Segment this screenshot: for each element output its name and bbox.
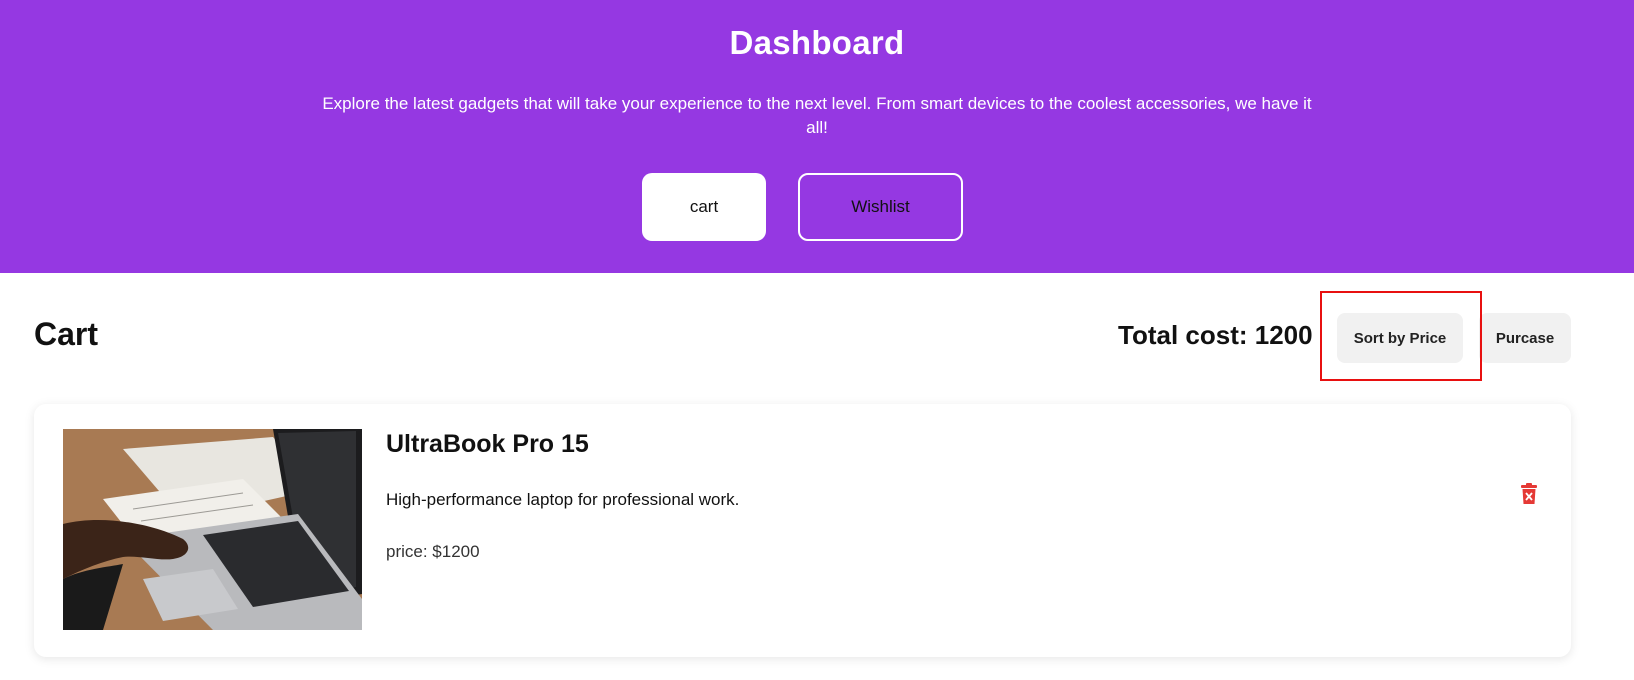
cart-heading: Cart [34, 316, 99, 352]
product-name: UltraBook Pro 15 [386, 430, 589, 458]
product-image [63, 429, 362, 630]
cart-item-card: UltraBook Pro 15 High-performance laptop… [34, 404, 1571, 657]
trash-icon[interactable] [1520, 483, 1538, 505]
page-title: Dashboard [729, 24, 905, 61]
hero-subtitle: Explore the latest gadgets that will tak… [322, 94, 1312, 137]
wishlist-tab-button[interactable]: Wishlist [798, 173, 963, 241]
product-price: price: $1200 [386, 542, 480, 561]
cart-tab-button[interactable]: cart [642, 173, 766, 241]
purchase-button[interactable]: Purcase [1479, 313, 1571, 363]
total-cost: Total cost: 1200 [1118, 320, 1313, 350]
product-description: High-performance laptop for professional… [386, 490, 740, 509]
sort-by-price-button[interactable]: Sort by Price [1337, 313, 1463, 363]
dashboard-banner: Dashboard Explore the latest gadgets tha… [0, 0, 1634, 273]
